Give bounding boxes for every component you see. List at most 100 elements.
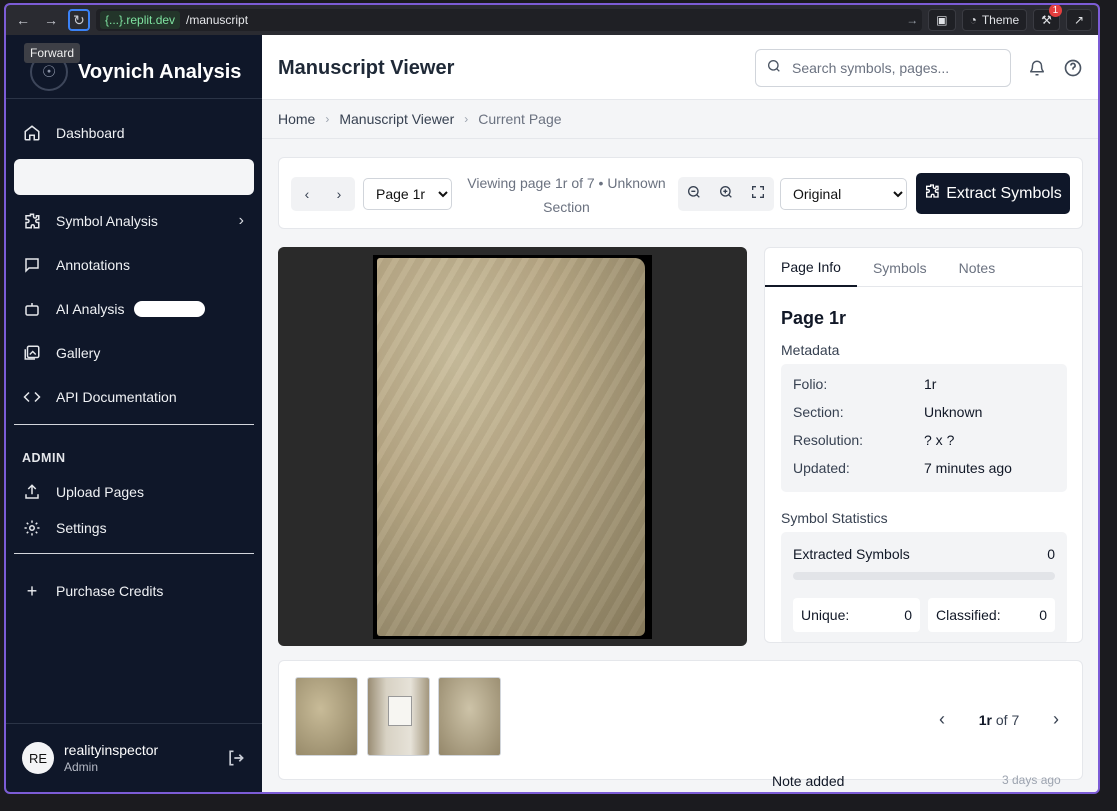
pager-status: 1r of 7	[979, 712, 1019, 728]
sidebar-item-upload-pages[interactable]: Upload Pages	[14, 474, 254, 510]
metadata-key: Updated:	[793, 460, 850, 476]
url-bar[interactable]: {...}.replit.dev /manuscript →	[96, 9, 923, 31]
page-title: Manuscript Viewer	[278, 57, 455, 79]
purchase-credits-button[interactable]: + Purchase Credits	[14, 573, 254, 609]
help-icon[interactable]	[1063, 58, 1083, 83]
sidebar-item-symbol-analysis[interactable]: Symbol Analysis ›	[14, 203, 254, 239]
tab-page-info[interactable]: Page Info	[765, 248, 857, 287]
logout-icon[interactable]	[226, 748, 246, 773]
unique-stat: Unique: 0	[793, 598, 920, 632]
page-select[interactable]: Page 1r	[363, 178, 452, 210]
brand-title: Voynich Analysis	[78, 60, 242, 83]
thumbnail-strip: ‹ 1r of 7 ›	[278, 660, 1083, 780]
fullscreen-icon[interactable]	[750, 184, 766, 205]
breadcrumb-divider	[262, 138, 1098, 139]
metadata-key: Resolution:	[793, 432, 864, 448]
thumbnail-page[interactable]	[295, 677, 358, 756]
avatar[interactable]: RE	[22, 742, 54, 774]
forward-icon[interactable]: →	[40, 9, 62, 31]
metadata-value: 1r	[924, 376, 937, 392]
open-arrow-icon[interactable]: →	[906, 13, 918, 27]
extract-symbols-label: Extract Symbols	[946, 184, 1062, 202]
classified-value: 0	[1039, 607, 1047, 623]
sidebar-item-label: Settings	[56, 520, 107, 536]
chevron-right-icon: ›	[464, 112, 469, 126]
tab-symbols[interactable]: Symbols	[857, 248, 943, 287]
metadata-value: Unknown	[924, 404, 983, 420]
zoom-out-icon[interactable]	[686, 184, 702, 205]
gear-icon	[22, 518, 42, 538]
search-input[interactable]	[792, 60, 992, 76]
palette-icon: ◔	[969, 13, 977, 27]
code-icon	[22, 387, 42, 407]
breadcrumb-current: Current Page	[478, 111, 562, 127]
sidebar-item-dashboard[interactable]: Dashboard	[14, 115, 254, 151]
chevron-left-icon[interactable]: ‹	[305, 186, 310, 202]
zoom-in-icon[interactable]	[718, 184, 734, 205]
forward-tooltip: Forward	[24, 43, 81, 63]
sidebar-item-label: Upload Pages	[56, 484, 144, 500]
sidebar-divider	[6, 98, 262, 99]
metadata-key: Section:	[793, 404, 844, 420]
tab-notes[interactable]: Notes	[943, 248, 1012, 287]
breadcrumb: Home › Manuscript Viewer › Current Page	[278, 111, 562, 127]
home-icon	[22, 123, 42, 143]
admin-section-label: ADMIN	[22, 451, 66, 465]
book-icon	[22, 167, 42, 187]
chevron-right-icon[interactable]: ›	[337, 186, 342, 202]
manuscript-viewer-canvas[interactable]	[278, 247, 747, 646]
sidebar: ☉ Voynich Analysis Dashboard Manuscript …	[6, 35, 262, 792]
devices-icon[interactable]: ▣	[928, 9, 956, 31]
sidebar-item-ai-analysis[interactable]: AI Analysis 10 Credits	[14, 291, 254, 327]
thumbnail-pager: ‹ 1r of 7 ›	[939, 709, 1059, 730]
symbol-stats-label: Symbol Statistics	[781, 510, 888, 526]
breadcrumb-manuscript-viewer[interactable]: Manuscript Viewer	[339, 111, 454, 127]
search-box[interactable]	[755, 49, 1011, 87]
extract-symbols-button[interactable]: Extract Symbols	[916, 173, 1070, 214]
bell-icon[interactable]	[1028, 59, 1046, 82]
pager-current: 1r	[978, 711, 992, 728]
vellum-cover	[377, 258, 645, 636]
sidebar-item-settings[interactable]: Settings	[14, 510, 254, 546]
main-content: Manuscript Viewer Home › Manuscript View…	[262, 35, 1098, 792]
admin-nav: Upload Pages Settings	[14, 474, 254, 546]
thumbnail-page[interactable]	[367, 677, 430, 756]
view-mode-select[interactable]: Original	[780, 178, 907, 210]
gallery-icon	[22, 343, 42, 363]
thumbnail-page[interactable]	[438, 677, 501, 756]
extracted-row: Extracted Symbols 0	[793, 546, 1055, 562]
unique-value: 0	[904, 607, 912, 623]
chevron-right-icon[interactable]: ›	[1053, 709, 1059, 730]
sidebar-item-manuscript-viewer[interactable]: Manuscript Viewer	[14, 159, 254, 195]
sidebar-item-label: API Documentation	[56, 389, 177, 405]
metadata-row: Updated: 7 minutes ago	[793, 460, 1055, 488]
metadata-row: Resolution: ? x ?	[793, 432, 1055, 460]
classified-stat: Classified: 0	[928, 598, 1055, 632]
classified-label: Classified:	[936, 607, 1001, 623]
metadata-box: Folio: 1r Section: Unknown Resolution: ?…	[781, 364, 1067, 492]
note-peek-time: 3 days ago	[1002, 773, 1061, 787]
user-role: Admin	[64, 760, 99, 774]
user-profile: RE realityinspector Admin	[6, 723, 262, 792]
symbol-stats-box: Extracted Symbols 0 Unique: 0 Classified…	[781, 532, 1067, 642]
breadcrumb-home[interactable]: Home	[278, 111, 315, 127]
sidebar-item-api-documentation[interactable]: API Documentation	[14, 379, 254, 415]
chevron-left-icon[interactable]: ‹	[939, 709, 945, 730]
external-link-icon[interactable]: ↗	[1065, 9, 1092, 31]
reload-icon[interactable]: ↻	[68, 9, 90, 31]
sidebar-item-gallery[interactable]: Gallery	[14, 335, 254, 371]
browser-toolbar: ← → ↻ {...}.replit.dev /manuscript → ▣ ◔…	[6, 5, 1098, 35]
theme-button[interactable]: ◔ Theme	[961, 9, 1028, 31]
plus-icon: +	[26, 580, 38, 601]
user-info: realityinspector Admin	[64, 742, 158, 774]
back-icon[interactable]: ←	[12, 9, 34, 31]
url-path: /manuscript	[186, 13, 249, 27]
tools-button[interactable]: ⚒ 1	[1033, 5, 1062, 31]
sidebar-item-label: Symbol Analysis	[56, 213, 158, 229]
chevron-right-icon: ›	[325, 112, 330, 126]
credits-badge: 10 Credits	[134, 301, 205, 317]
sidebar-item-label: Manuscript Viewer	[56, 169, 171, 185]
metadata-key: Folio:	[793, 376, 828, 392]
purchase-credits-label: Purchase Credits	[56, 583, 164, 599]
sidebar-item-annotations[interactable]: Annotations	[14, 247, 254, 283]
